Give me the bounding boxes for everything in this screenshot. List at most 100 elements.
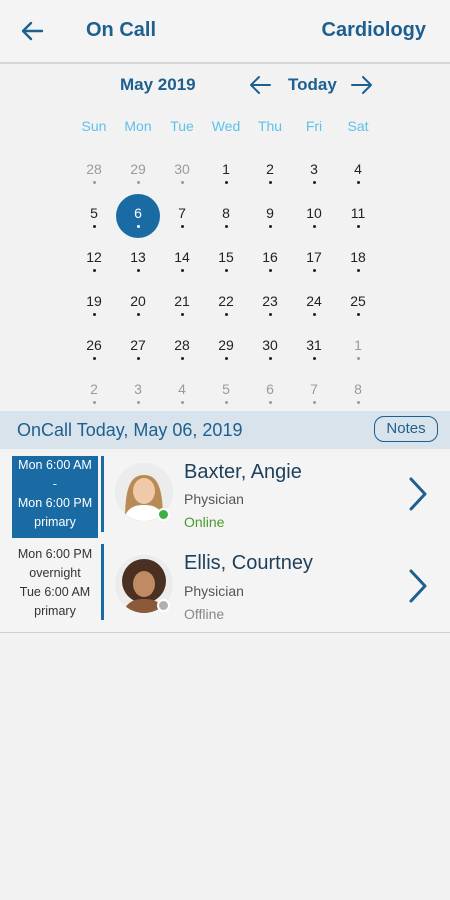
calendar-day[interactable]: 3 [116, 370, 160, 414]
event-dot [92, 224, 96, 228]
calendar-day[interactable]: 16 [248, 238, 292, 282]
calendar-day[interactable]: 9 [248, 194, 292, 238]
calendar-day[interactable]: 30 [160, 150, 204, 194]
shift-line: - [52, 477, 58, 491]
calendar-day[interactable]: 5 [204, 370, 248, 414]
calendar-day[interactable]: 20 [116, 282, 160, 326]
event-dot [180, 400, 184, 404]
calendar-day[interactable]: 8 [204, 194, 248, 238]
calendar-day[interactable]: 29 [204, 326, 248, 370]
calendar-day[interactable]: 28 [72, 150, 116, 194]
event-dot [312, 268, 316, 272]
calendar-day[interactable]: 18 [336, 238, 380, 282]
event-dot [136, 224, 140, 228]
shift-divider [101, 544, 104, 620]
department-selector[interactable]: Cardiology [322, 19, 426, 42]
event-dot [356, 268, 360, 272]
shift-line: Mon 6:00 PM [17, 547, 93, 561]
day-number: 27 [130, 336, 146, 353]
day-number: 11 [350, 204, 366, 221]
calendar-day[interactable]: 2 [72, 370, 116, 414]
offline-status-dot [157, 599, 170, 612]
calendar-day[interactable]: 14 [160, 238, 204, 282]
calendar-day[interactable]: 27 [116, 326, 160, 370]
calendar-day[interactable]: 30 [248, 326, 292, 370]
oncall-row[interactable]: Mon 6:00 PM overnight Tue 6:00 AM primar… [0, 540, 450, 633]
notes-button[interactable]: Notes [374, 416, 438, 442]
arrow-left-icon[interactable] [248, 74, 272, 96]
day-number: 15 [218, 248, 234, 265]
calendar-day[interactable]: 4 [160, 370, 204, 414]
weekday-label: Mon [124, 118, 152, 134]
calendar-day[interactable]: 13 [116, 238, 160, 282]
calendar-day[interactable]: 22 [204, 282, 248, 326]
calendar-day[interactable]: 6 [116, 194, 160, 238]
oncall-row[interactable]: Mon 6:00 AM - Mon 6:00 PM primary Baxter… [0, 452, 450, 545]
calendar-day[interactable]: 11 [336, 194, 380, 238]
event-dot [92, 180, 96, 184]
event-dot [180, 312, 184, 316]
event-dot [268, 224, 272, 228]
day-number: 6 [134, 204, 142, 221]
calendar-day[interactable]: 17 [292, 238, 336, 282]
calendar-day[interactable]: 24 [292, 282, 336, 326]
calendar-day[interactable]: 4 [336, 150, 380, 194]
chevron-right-icon[interactable] [407, 476, 429, 512]
calendar-day[interactable]: 6 [248, 370, 292, 414]
weekday-label: Thu [257, 118, 283, 134]
event-dot [180, 224, 184, 228]
calendar-day[interactable]: 5 [72, 194, 116, 238]
calendar-day[interactable]: 26 [72, 326, 116, 370]
event-dot [92, 356, 96, 360]
day-number: 25 [350, 292, 366, 309]
event-dot [268, 180, 272, 184]
today-button[interactable]: Today [288, 75, 337, 95]
day-number: 1 [222, 160, 230, 177]
chevron-right-icon[interactable] [407, 568, 429, 604]
day-number: 8 [354, 380, 362, 397]
shift-line: Tue 6:00 AM [19, 585, 91, 599]
calendar-day[interactable]: 2 [248, 150, 292, 194]
calendar-day[interactable]: 29 [116, 150, 160, 194]
day-number: 31 [306, 336, 322, 353]
day-number: 19 [86, 292, 102, 309]
event-dot [224, 268, 228, 272]
arrow-right-icon[interactable] [350, 74, 374, 96]
calendar-day[interactable]: 25 [336, 282, 380, 326]
weekday-label: Fri [305, 118, 323, 134]
weekday-label: Sun [81, 118, 107, 134]
shift-divider [101, 456, 104, 532]
day-number: 17 [306, 248, 322, 265]
event-dot [180, 268, 184, 272]
day-number: 18 [350, 248, 366, 265]
calendar-day[interactable]: 12 [72, 238, 116, 282]
shift-line: Mon 6:00 AM [18, 458, 92, 472]
page-title: On Call [86, 19, 157, 41]
calendar-day[interactable]: 3 [292, 150, 336, 194]
event-dot [356, 400, 360, 404]
calendar-day[interactable]: 7 [292, 370, 336, 414]
event-dot [312, 312, 316, 316]
calendar-day[interactable]: 10 [292, 194, 336, 238]
calendar-day[interactable]: 15 [204, 238, 248, 282]
calendar-day[interactable]: 1 [336, 326, 380, 370]
contact-role: Physician [184, 491, 244, 507]
calendar-day[interactable]: 21 [160, 282, 204, 326]
calendar-day[interactable]: 23 [248, 282, 292, 326]
day-number: 7 [310, 380, 318, 397]
arrow-left-icon[interactable] [20, 20, 44, 42]
calendar-day[interactable]: 7 [160, 194, 204, 238]
day-number: 5 [222, 380, 230, 397]
day-number: 13 [130, 248, 146, 265]
calendar-day[interactable]: 19 [72, 282, 116, 326]
event-dot [312, 224, 316, 228]
day-number: 3 [310, 160, 318, 177]
day-number: 24 [306, 292, 322, 309]
event-dot [224, 312, 228, 316]
calendar-day[interactable]: 8 [336, 370, 380, 414]
calendar-day[interactable]: 28 [160, 326, 204, 370]
day-number: 9 [266, 204, 274, 221]
calendar-day[interactable]: 31 [292, 326, 336, 370]
event-dot [136, 180, 140, 184]
calendar-day[interactable]: 1 [204, 150, 248, 194]
